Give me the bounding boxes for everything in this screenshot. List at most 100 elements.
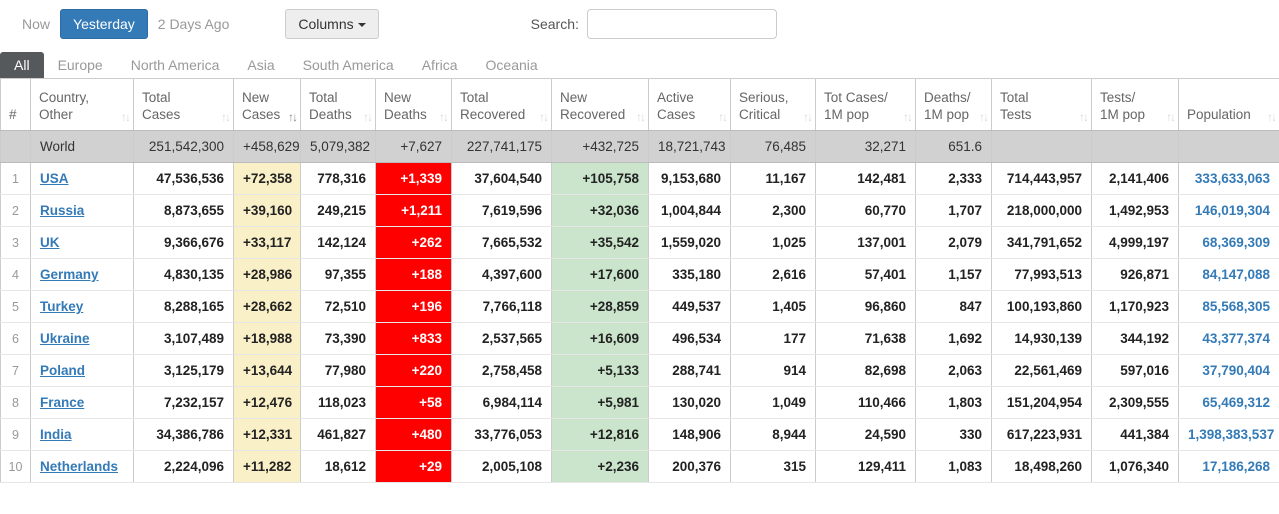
population-link[interactable]: 333,633,063 [1195,171,1270,186]
cell-population: 1,398,383,537 [1178,418,1279,451]
cell-population: 43,377,374 [1178,322,1279,355]
country-link[interactable]: Russia [40,203,84,218]
population-link[interactable]: 84,147,088 [1202,267,1270,282]
tab-oceania[interactable]: Oceania [472,52,552,78]
country-link[interactable]: India [40,427,72,442]
sort-icon: ↑↓ [121,110,131,124]
cell-tests_per_1m: 4,999,197 [1091,226,1179,259]
cell-total_deaths: 5,079,382 [300,130,376,163]
header-label-active_cases: Active Cases [657,90,696,123]
header-cases_per_1m[interactable]: Tot Cases/ 1M pop ↑↓ [815,78,916,131]
country-link[interactable]: Turkey [40,299,83,314]
cell-new_cases: +12,331 [233,418,301,451]
cell-cases_per_1m: 142,481 [815,162,916,195]
cell-tests_per_1m [1091,130,1179,163]
tab-south-america[interactable]: South America [289,52,408,78]
cell-total_deaths: 72,510 [300,290,376,323]
header-label-rank: # [9,107,17,123]
cell-serious_critical: 2,616 [730,258,816,291]
yesterday-button[interactable]: Yesterday [60,8,148,39]
header-new_deaths[interactable]: New Deaths ↑↓ [375,78,452,131]
country-row-france: 8 France 7,232,157 +12,476 118,023 +58 6,984,1… [0,386,1279,419]
header-tests_per_1m[interactable]: Tests/ 1M pop ↑↓ [1091,78,1179,131]
search-input[interactable] [586,8,777,39]
cell-serious_critical: 76,485 [730,130,816,163]
cell-total_tests: 100,193,860 [991,290,1092,323]
tab-asia[interactable]: Asia [233,52,288,78]
header-active_cases[interactable]: Active Cases ↑↓ [648,78,731,131]
country-link[interactable]: Netherlands [40,459,118,474]
header-serious_critical[interactable]: Serious, Critical ↑↓ [730,78,816,131]
cell-total_deaths: 142,124 [300,226,376,259]
cell-new_deaths: +7,627 [375,130,452,163]
cell-population: 333,633,063 [1178,162,1279,195]
tab-all[interactable]: All [0,52,44,78]
cell-country: Poland [30,354,134,387]
cell-active_cases: 130,020 [648,386,731,419]
header-new_cases[interactable]: New Cases ↑↓ [233,78,301,131]
cell-serious_critical: 1,025 [730,226,816,259]
cell-serious_critical: 914 [730,354,816,387]
tab-north-america[interactable]: North America [117,52,234,78]
population-link[interactable]: 17,186,268 [1202,459,1270,474]
country-link[interactable]: USA [40,171,69,186]
country-row-netherlands: 10 Netherlands 2,224,096 +11,282 18,612 +29 2,… [0,450,1279,483]
cell-rank: 2 [0,194,31,227]
table-header-row: # Country, Other ↑↓ Total Cases ↑↓ New Cases ↑… [0,78,1279,131]
header-label-cases_per_1m: Tot Cases/ 1M pop [824,90,888,123]
cell-total_recovered: 227,741,175 [451,130,552,163]
cell-active_cases: 18,721,743 [648,130,731,163]
cell-new_deaths: +29 [375,450,452,483]
header-label-total_tests: Total Tests [1000,90,1032,123]
header-total_cases[interactable]: Total Cases ↑↓ [133,78,234,131]
header-deaths_per_1m[interactable]: Deaths/ 1M pop ↑↓ [915,78,992,131]
country-link[interactable]: Poland [40,363,85,378]
cell-population: 84,147,088 [1178,258,1279,291]
country-link[interactable]: France [40,395,84,410]
population-link[interactable]: 1,398,383,537 [1188,427,1274,442]
header-label-total_cases: Total Cases [142,90,181,123]
cell-tests_per_1m: 2,309,555 [1091,386,1179,419]
population-link[interactable]: 146,019,304 [1195,203,1270,218]
population-link[interactable]: 37,790,404 [1202,363,1270,378]
country-link[interactable]: Germany [40,267,99,282]
header-population[interactable]: Population ↑↓ [1178,78,1279,131]
population-link[interactable]: 65,469,312 [1202,395,1270,410]
header-total_recovered[interactable]: Total Recovered ↑↓ [451,78,552,131]
columns-dropdown-label: Columns [298,15,354,32]
header-country[interactable]: Country, Other ↑↓ [30,78,134,131]
cell-total_deaths: 18,612 [300,450,376,483]
cell-total_tests: 14,930,139 [991,322,1092,355]
cell-total_deaths: 249,215 [300,194,376,227]
cell-cases_per_1m: 110,466 [815,386,916,419]
two-days-ago-button[interactable]: 2 Days Ago [148,10,240,38]
country-link[interactable]: Ukraine [40,331,90,346]
sort-icon: ↑↓ [979,110,989,124]
population-link[interactable]: 85,568,305 [1202,299,1270,314]
covid-table: # Country, Other ↑↓ Total Cases ↑↓ New Cases ↑… [0,78,1279,483]
cell-new_cases: +18,988 [233,322,301,355]
cell-cases_per_1m: 96,860 [815,290,916,323]
cell-rank: 10 [0,450,31,483]
population-link[interactable]: 68,369,309 [1202,235,1270,250]
cell-total_cases: 9,366,676 [133,226,234,259]
cell-country: France [30,386,134,419]
cell-new_cases: +13,644 [233,354,301,387]
country-row-uk: 3 UK 9,366,676 +33,117 142,124 +262 7,665,532 +… [0,226,1279,259]
cell-active_cases: 1,559,020 [648,226,731,259]
cell-new_recovered: +105,758 [551,162,649,195]
tab-africa[interactable]: Africa [408,52,472,78]
population-link[interactable]: 43,377,374 [1202,331,1270,346]
now-button[interactable]: Now [12,10,60,38]
cell-country: Ukraine [30,322,134,355]
header-total_tests[interactable]: Total Tests ↑↓ [991,78,1092,131]
country-row-germany: 4 Germany 4,830,135 +28,986 97,355 +188 4,397,… [0,258,1279,291]
country-link[interactable]: UK [40,235,60,250]
columns-dropdown-button[interactable]: Columns [285,8,379,39]
cell-new_recovered: +432,725 [551,130,649,163]
header-new_recovered[interactable]: New Recovered ↑↓ [551,78,649,131]
cell-new_recovered: +17,600 [551,258,649,291]
header-label-serious_critical: Serious, Critical [739,90,789,123]
header-total_deaths[interactable]: Total Deaths ↑↓ [300,78,376,131]
tab-europe[interactable]: Europe [44,52,117,78]
